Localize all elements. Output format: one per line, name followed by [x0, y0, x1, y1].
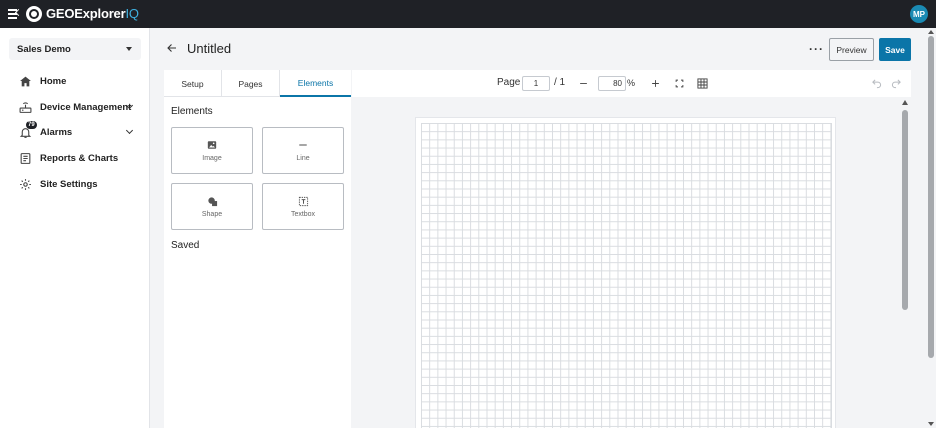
brand-logo[interactable]: GEOExplorerIQ: [46, 6, 139, 21]
caret-down-icon: [126, 47, 132, 51]
sidebar: Sales Demo Home Device Management 79 Ala…: [0, 28, 150, 428]
element-shape-button[interactable]: Shape: [171, 183, 253, 230]
brand-name: GEOExplorer: [46, 6, 126, 21]
home-icon: [18, 74, 32, 88]
element-textbox-button[interactable]: Textbox: [262, 183, 344, 230]
shape-icon: [206, 195, 218, 207]
device-icon: [18, 100, 32, 114]
bell-icon: 79: [18, 121, 37, 139]
grid-toggle-icon[interactable]: [696, 77, 709, 90]
alarm-count-badge: 79: [26, 121, 37, 129]
element-label: Textbox: [290, 211, 316, 218]
save-button[interactable]: Save: [879, 38, 911, 61]
layout-grid: [421, 123, 832, 428]
site-selector-label: Sales Demo: [17, 43, 71, 55]
tab-pages[interactable]: Pages: [222, 70, 280, 97]
element-line-button[interactable]: Line: [262, 127, 344, 174]
page-scrollbar[interactable]: [926, 28, 936, 428]
sidebar-item-home[interactable]: Home: [18, 72, 142, 90]
user-avatar[interactable]: MP: [910, 5, 928, 23]
page-label: Page: [497, 77, 521, 88]
more-options-icon[interactable]: ···: [809, 43, 824, 55]
image-icon: [206, 139, 218, 151]
top-bar: GEOExplorerIQ MP: [0, 0, 936, 28]
brand-suffix: IQ: [125, 6, 139, 21]
page-total: / 1: [554, 77, 566, 88]
zoom-input[interactable]: [598, 76, 626, 91]
preview-button[interactable]: Preview: [829, 38, 874, 61]
sidebar-item-label: Device Management: [40, 101, 132, 113]
line-icon: [297, 139, 309, 151]
sidebar-item-site-settings[interactable]: Site Settings: [18, 175, 142, 193]
scrollbar-thumb[interactable]: [902, 110, 908, 310]
zoom-unit: %: [627, 78, 636, 88]
tab-setup[interactable]: Setup: [164, 70, 222, 97]
tab-elements[interactable]: Elements: [280, 70, 351, 97]
sidebar-item-reports-charts[interactable]: Reports & Charts: [18, 149, 142, 167]
fit-to-screen-icon[interactable]: [673, 77, 686, 90]
page-title[interactable]: Untitled: [187, 41, 231, 56]
element-image-button[interactable]: Image: [171, 127, 253, 174]
sidebar-item-device-management[interactable]: Device Management: [18, 98, 142, 116]
element-label: Shape: [201, 211, 223, 218]
menu-collapse-icon[interactable]: [8, 8, 23, 19]
editor-side-panel: Setup Pages Elements Elements Image Line…: [164, 70, 351, 428]
report-canvas-area[interactable]: [352, 97, 911, 428]
chevron-down-icon[interactable]: [125, 126, 134, 135]
back-arrow-icon[interactable]: [166, 42, 180, 56]
scrollbar-thumb[interactable]: [928, 36, 934, 358]
sidebar-item-label: Home: [40, 75, 67, 87]
scroll-up-icon[interactable]: [928, 30, 934, 34]
element-label: Line: [296, 155, 310, 162]
undo-icon[interactable]: [870, 77, 883, 90]
logo-icon: [26, 6, 42, 22]
sidebar-item-label: Site Settings: [40, 178, 98, 190]
textbox-icon: [297, 195, 309, 207]
scroll-down-icon[interactable]: [928, 422, 934, 426]
report-page-sheet[interactable]: [415, 117, 836, 428]
report-icon: [18, 151, 32, 165]
element-label: Image: [202, 155, 222, 162]
saved-heading: Saved: [171, 240, 200, 251]
panel-tabs: Setup Pages Elements: [164, 70, 351, 97]
sidebar-item-label: Reports & Charts: [40, 152, 119, 164]
canvas-scrollbar[interactable]: [899, 97, 911, 428]
elements-heading: Elements: [171, 106, 213, 117]
sidebar-item-alarms[interactable]: 79 Alarms: [18, 121, 142, 141]
gear-icon: [18, 177, 32, 191]
page-number-input[interactable]: [522, 76, 550, 91]
canvas-toolbar: Page / 1 %: [352, 70, 911, 97]
sidebar-item-label: Alarms: [40, 126, 73, 138]
scroll-up-icon[interactable]: [902, 100, 908, 105]
zoom-in-icon[interactable]: [649, 77, 662, 90]
zoom-out-icon[interactable]: [577, 77, 590, 90]
site-selector[interactable]: Sales Demo: [9, 38, 141, 60]
redo-icon[interactable]: [890, 77, 903, 90]
